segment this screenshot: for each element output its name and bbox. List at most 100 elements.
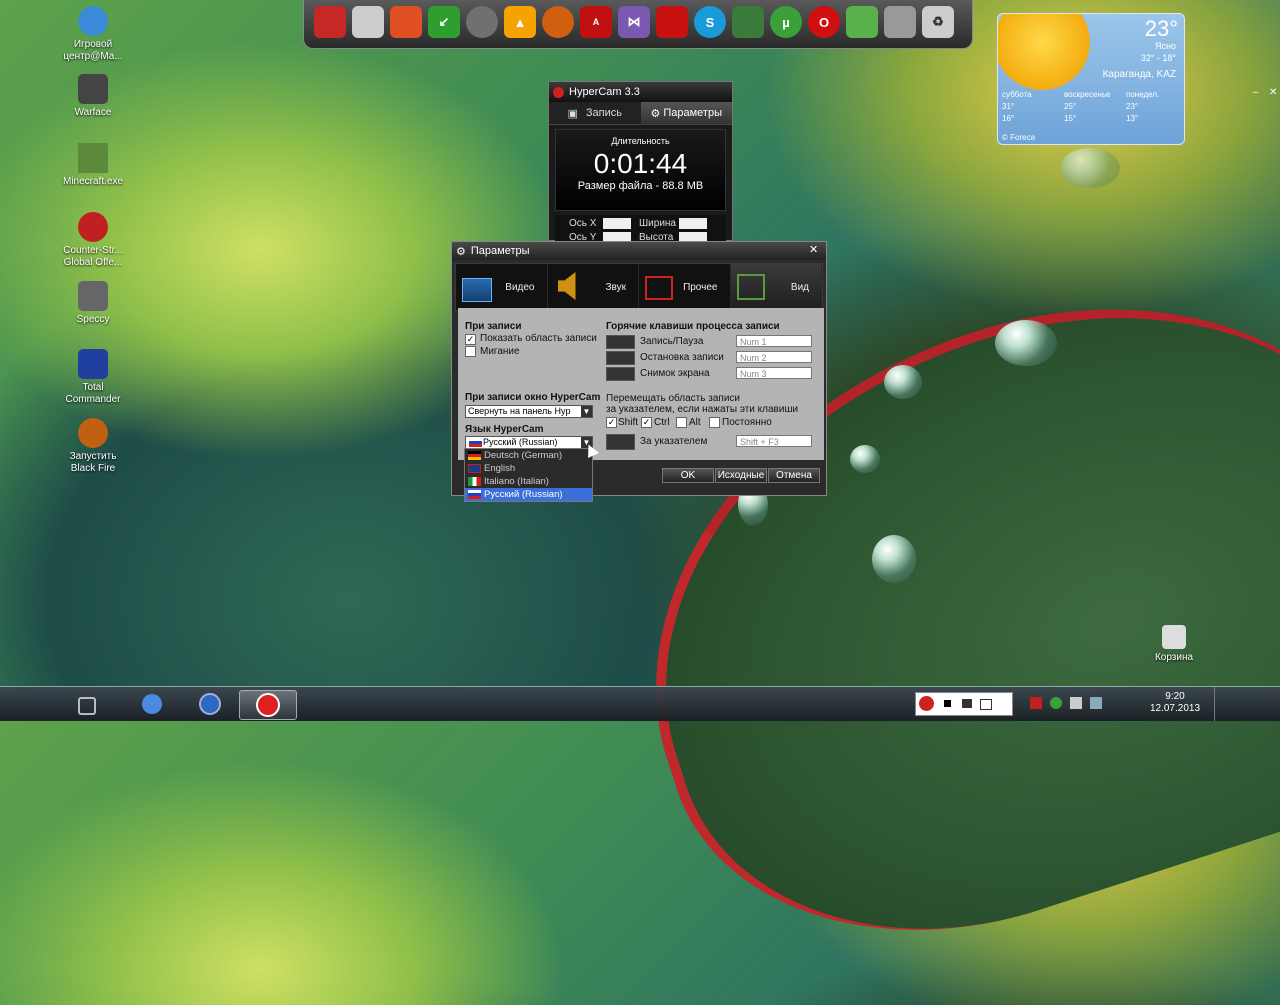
record-icon: [256, 693, 280, 717]
file-size: Размер файла - 88.8 MB: [577, 180, 704, 192]
minimize-button[interactable]: –: [1253, 87, 1259, 98]
filmstrip-icon: [462, 278, 492, 302]
taskbar-clock[interactable]: 9:20 12.07.2013: [1140, 691, 1210, 715]
close-icon[interactable]: ✕: [809, 243, 818, 256]
language-option-english[interactable]: English: [465, 462, 592, 475]
desktop-icon-total-commander[interactable]: Total Commander: [62, 349, 124, 406]
desktop-icon-minecraft[interactable]: Minecraft.exe: [62, 143, 124, 188]
always-checkbox[interactable]: [709, 417, 720, 428]
window-mode-heading: При записи окно HyperCam: [465, 392, 601, 403]
shift-label: Shift: [618, 417, 639, 428]
desktop-icon-recycle-bin[interactable]: Корзина: [1143, 625, 1205, 664]
recycle-icon[interactable]: ♻: [922, 6, 954, 38]
clock-time: 9:20: [1165, 691, 1185, 702]
follow-hotkey-input[interactable]: Shift + F3: [736, 435, 812, 447]
alt-label: Alt: [689, 417, 701, 428]
hotkeys-heading: Горячие клавиши процесса записи: [606, 321, 780, 332]
alt-checkbox[interactable]: [676, 417, 687, 428]
close-icon[interactable]: ✕: [1269, 87, 1277, 98]
green-gem-icon[interactable]: [846, 6, 878, 38]
hotkey-record-input[interactable]: Num 1: [736, 335, 812, 347]
language-option-german[interactable]: Deutsch (German): [465, 449, 592, 462]
camera-icon: ▣: [567, 107, 578, 120]
opera-icon[interactable]: O: [808, 6, 840, 38]
defaults-button[interactable]: Исходные: [715, 468, 767, 483]
aimp-icon[interactable]: ▲: [504, 6, 536, 38]
stop-icon: [606, 351, 635, 365]
start-button[interactable]: [78, 697, 96, 715]
steam-icon[interactable]: [466, 6, 498, 38]
ok-button[interactable]: OK: [662, 468, 714, 483]
water-drop: [1060, 148, 1120, 188]
language-dropdown: Deutsch (German) English Italiano (Itali…: [464, 448, 593, 502]
weather-gadget[interactable]: 23° Ясно 32° - 18° Караганда, KAZ суббот…: [997, 13, 1185, 145]
ccleaner-icon[interactable]: [390, 6, 422, 38]
hypercam-tabs: ▣ Запись ⚙ Параметры: [549, 102, 732, 125]
show-area-checkbox[interactable]: ✓: [465, 334, 476, 345]
desktop-icon-csgo[interactable]: Counter-Str... Global Offe...: [62, 212, 124, 269]
desktop-icon-black-fire[interactable]: Запустить Black Fire: [62, 418, 124, 475]
parameters-titlebar[interactable]: ⚙ Параметры ✕: [452, 242, 826, 260]
alcohol-120-icon[interactable]: A: [580, 6, 612, 38]
weather-city: Караганда, KAZ: [1102, 69, 1176, 80]
weather-brand: © Foreca: [1002, 133, 1036, 142]
recording-stats-panel: Длительность 0:01:44 Размер файла - 88.8…: [555, 129, 726, 211]
gear-icon: ⚙: [650, 107, 661, 120]
tab-view[interactable]: Вид: [730, 264, 822, 310]
language-option-russian[interactable]: Русский (Russian): [465, 488, 592, 501]
hypercam-tray-controls[interactable]: [915, 692, 1013, 716]
flag-icon[interactable]: [1030, 697, 1042, 709]
russia-flag-icon: [468, 490, 481, 499]
italy-flag-icon: [468, 477, 481, 486]
tab-parameters[interactable]: ⚙ Параметры: [640, 102, 732, 124]
desktop-icon-warface[interactable]: Warface: [62, 74, 124, 119]
water-drop: [850, 445, 880, 473]
acrobat-icon[interactable]: [656, 6, 688, 38]
utorrent-icon[interactable]: µ: [770, 6, 802, 38]
record-pause-icon[interactable]: [919, 696, 934, 711]
network-icon[interactable]: [1090, 697, 1102, 709]
visual-studio-icon[interactable]: ⋈: [618, 6, 650, 38]
window-mode-select[interactable]: Свернуть на панель Hyp ▼: [465, 405, 593, 418]
camera-icon[interactable]: [962, 699, 972, 708]
water-drop: [872, 535, 916, 583]
utorrent-tray-icon[interactable]: [1050, 697, 1062, 709]
shift-checkbox[interactable]: ✓: [606, 417, 617, 428]
desktop-icon-speccy[interactable]: Speccy: [62, 281, 124, 326]
tab-video[interactable]: Видео: [456, 264, 548, 310]
download-arrow-icon[interactable]: ↙: [428, 6, 460, 38]
water-drop: [995, 320, 1057, 366]
volume-icon[interactable]: [1070, 697, 1082, 709]
cancel-button[interactable]: Отмена: [768, 468, 820, 483]
recording-time: 0:01:44: [593, 148, 688, 179]
stop-icon[interactable]: [944, 700, 951, 707]
mortar-icon[interactable]: [732, 6, 764, 38]
hotkey-screenshot-input[interactable]: Num 3: [736, 367, 812, 379]
taskbar-search[interactable]: [182, 690, 238, 718]
blink-checkbox[interactable]: [465, 346, 476, 357]
tab-record[interactable]: ▣ Запись: [549, 102, 641, 124]
follow-cursor-icon[interactable]: [980, 699, 992, 710]
bird-icon[interactable]: [884, 6, 916, 38]
monitor-icon[interactable]: [314, 6, 346, 38]
hotkey-stop-input[interactable]: Num 2: [736, 351, 812, 363]
duration-label: Длительность: [611, 136, 670, 146]
floppy-icon: [78, 349, 108, 379]
axis-x-field[interactable]: [603, 218, 631, 229]
tab-other[interactable]: Прочее: [639, 264, 731, 310]
desktop-icon-mail-games[interactable]: Игровой центр@Ma...: [62, 6, 124, 63]
tab-sound[interactable]: Звук: [548, 264, 639, 310]
taskbar-safari[interactable]: [124, 690, 180, 718]
skype-icon[interactable]: S: [694, 6, 726, 38]
language-option-italian[interactable]: Italiano (Italian): [465, 475, 592, 488]
hypercam-titlebar[interactable]: HyperCam 3.3 – ✕: [549, 82, 1277, 102]
network-icon[interactable]: [352, 6, 384, 38]
taskbar: 9:20 12.07.2013: [0, 686, 1280, 721]
speaker-icon: [557, 272, 576, 300]
width-field[interactable]: [679, 218, 707, 229]
taskbar-hypercam[interactable]: [239, 690, 297, 720]
ctrl-checkbox[interactable]: ✓: [641, 417, 652, 428]
show-desktop-button[interactable]: [1214, 687, 1229, 721]
orb-icon[interactable]: [542, 6, 574, 38]
warface-icon: [78, 74, 108, 104]
